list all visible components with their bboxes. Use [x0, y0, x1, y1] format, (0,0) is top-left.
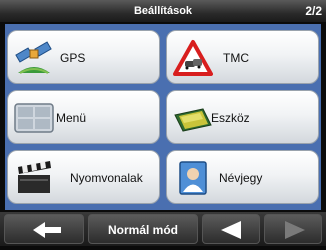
bottom-bar: Normál mód [0, 212, 326, 246]
prev-page-button[interactable] [202, 214, 260, 244]
back-arrow-icon [33, 222, 61, 238]
next-page-button[interactable] [264, 214, 322, 244]
traffic-warning-icon [173, 40, 213, 76]
contact-button[interactable]: Névjegy [166, 150, 319, 204]
menu-button[interactable]: Menü [7, 90, 160, 144]
device-button[interactable]: Eszköz [166, 90, 319, 144]
gps-button[interactable]: GPS [7, 30, 160, 84]
contact-label: Névjegy [219, 171, 263, 185]
page-title: Beállítások [133, 5, 193, 17]
prev-page-icon [221, 221, 241, 239]
mode-label: Normál mód [107, 223, 178, 237]
settings-screen: Beállítások 2/2 GPS TMC Menü Eszköz Nyom… [0, 0, 326, 246]
menu-grid-icon [14, 103, 54, 133]
device-screen-icon [174, 108, 212, 132]
clapperboard-icon [18, 161, 51, 193]
tmc-button[interactable]: TMC [166, 30, 319, 84]
mode-button[interactable]: Normál mód [88, 214, 198, 244]
tracklogs-button[interactable]: Nyomvonalak [7, 150, 160, 204]
tracklogs-label: Nyomvonalak [70, 171, 143, 185]
menu-label: Menü [56, 111, 87, 125]
tmc-label: TMC [223, 51, 249, 65]
back-button[interactable] [4, 214, 84, 244]
device-label: Eszköz [211, 111, 250, 125]
page-indicator: 2/2 [305, 4, 322, 18]
person-card-icon [179, 161, 207, 195]
next-page-icon [285, 221, 305, 239]
gps-label: GPS [60, 51, 86, 65]
title-bar: Beállítások 2/2 [0, 0, 326, 22]
satellite-icon [15, 41, 52, 74]
settings-panel: GPS TMC Menü Eszköz Nyomvonalak Névjegy [5, 24, 321, 210]
